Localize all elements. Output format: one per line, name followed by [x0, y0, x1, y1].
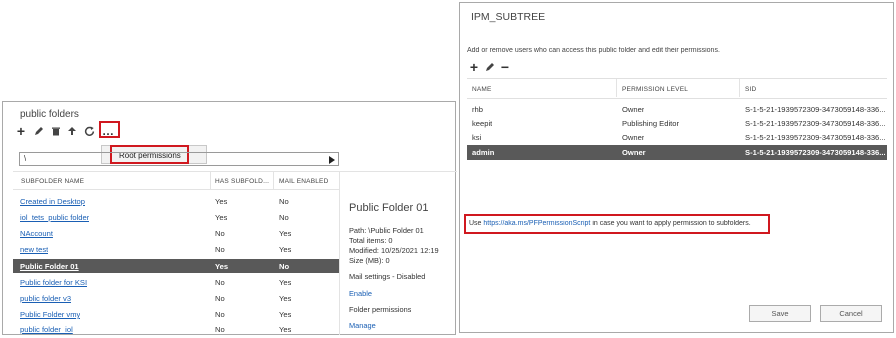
list-item-mail: No — [279, 262, 290, 271]
enable-link[interactable]: Enable — [349, 289, 372, 298]
note-prefix: Use — [469, 220, 484, 227]
detail-title: Public Folder 01 — [349, 202, 429, 214]
edit-permission-icon[interactable] — [484, 61, 496, 73]
detail-path: Path: \Public Folder 01 — [349, 226, 424, 235]
cancel-button[interactable]: Cancel — [820, 305, 882, 322]
detail-modified: Modified: 10/25/2021 12:19 — [349, 246, 439, 255]
remove-user-icon[interactable]: − — [499, 59, 511, 75]
col-sep — [739, 79, 740, 97]
list-item-has: No — [215, 245, 225, 254]
detail-folder-permissions: Folder permissions — [349, 305, 412, 314]
list-item-has: No — [215, 229, 225, 238]
perm-row-level: Publishing Editor — [622, 119, 679, 128]
manage-link[interactable]: Manage — [349, 321, 376, 330]
col-sid[interactable]: SID — [745, 86, 756, 93]
header-divider — [13, 189, 339, 190]
list-item-mail: No — [279, 213, 289, 222]
list-item-name[interactable]: NAccount — [20, 229, 53, 238]
perm-row-name[interactable]: rhb — [472, 105, 483, 114]
panel-title: public folders — [20, 109, 79, 120]
col-mail-enabled[interactable]: MAIL ENABLED — [279, 178, 328, 185]
list-item-mail: Yes — [279, 278, 292, 287]
detail-divider — [339, 172, 340, 335]
list-item-mail: Yes — [279, 245, 292, 254]
list-item-has: No — [215, 278, 225, 287]
perm-row-name[interactable]: admin — [472, 148, 494, 157]
perm-row-sid: S-1-5-21-1939572309-3473059148-336... — [745, 133, 885, 142]
path-field[interactable] — [19, 152, 339, 166]
list-item-has: Yes — [215, 262, 229, 271]
add-icon[interactable]: + — [15, 123, 27, 139]
col-has-subfolders[interactable]: HAS SUBFOLD... — [215, 178, 269, 185]
path-value: \ — [24, 154, 27, 163]
perm-row-sid: S-1-5-21-1939572309-3473059148-336... — [745, 105, 885, 114]
list-item-mail: No — [279, 197, 289, 206]
perm-row-level: Owner — [622, 133, 645, 142]
note-suffix: in case you want to apply permission to … — [590, 220, 751, 227]
refresh-icon[interactable] — [83, 125, 95, 137]
col-sep — [273, 172, 274, 189]
more-highlight — [99, 121, 120, 138]
dialog-description: Add or remove users who can access this … — [467, 47, 720, 54]
col-sep — [210, 172, 211, 189]
list-item-name[interactable]: public folder_iol — [20, 325, 73, 334]
list-item-name[interactable]: iol_tets_public folder — [20, 213, 89, 222]
list-item-has: No — [215, 310, 225, 319]
perm-row-name[interactable]: ksi — [472, 133, 481, 142]
detail-mail-settings: Mail settings - Disabled — [349, 272, 426, 281]
list-item-name[interactable]: public folder v3 — [20, 294, 71, 303]
list-item-has: No — [215, 294, 225, 303]
detail-total-items: Total items: 0 — [349, 236, 393, 245]
perm-row-sid: S-1-5-21-1939572309-3473059148-336... — [745, 119, 885, 128]
perm-row-sid: S-1-5-21-1939572309-3473059148-336... — [745, 148, 885, 157]
list-item-has: Yes — [215, 197, 228, 206]
permission-script-note: Use https://aka.ms/PFPermissionScript in… — [469, 220, 751, 227]
perm-row-level: Owner — [622, 105, 645, 114]
dialog-title: IPM_SUBTREE — [471, 11, 546, 23]
add-user-icon[interactable]: + — [468, 59, 480, 75]
detail-size: Size (MB): 0 — [349, 256, 390, 265]
list-item-name[interactable]: Public Folder vmy — [20, 310, 80, 319]
list-item-name[interactable]: Public folder for KSI — [20, 278, 87, 287]
list-item-mail: Yes — [279, 325, 292, 334]
list-item-name[interactable]: Public Folder 01 — [20, 262, 79, 271]
perm-row-level: Owner — [622, 148, 646, 157]
col-name[interactable]: NAME — [472, 86, 492, 93]
col-permission-level[interactable]: PERMISSION LEVEL — [622, 86, 688, 93]
subfolder-list: Created in Desktop Yes No iol_tets_publi… — [13, 194, 339, 338]
permission-script-link[interactable]: https://aka.ms/PFPermissionScript — [483, 220, 590, 227]
list-item-mail: Yes — [279, 294, 292, 303]
list-item-name[interactable]: new test — [20, 245, 48, 254]
delete-icon[interactable] — [50, 125, 62, 137]
header-divider-top — [13, 171, 457, 172]
list-item-mail: Yes — [279, 310, 292, 319]
list-item-name[interactable]: Created in Desktop — [20, 197, 85, 206]
permissions-dialog: IPM_SUBTREE Add or remove users who can … — [459, 2, 894, 333]
public-folders-panel: public folders + … Root permissions \ SU… — [2, 101, 457, 338]
perm-row-name[interactable]: keepit — [472, 119, 492, 128]
list-item-has: No — [215, 325, 225, 334]
header-divider — [467, 98, 887, 99]
path-arrow-icon[interactable] — [329, 156, 335, 164]
col-sep — [616, 79, 617, 97]
save-button[interactable]: Save — [749, 305, 811, 322]
list-item-mail: Yes — [279, 229, 292, 238]
up-arrow-icon[interactable] — [66, 125, 78, 137]
col-subfolder-name[interactable]: SUBFOLDER NAME — [21, 178, 84, 185]
list-item-has: Yes — [215, 213, 228, 222]
edit-icon[interactable] — [33, 125, 45, 137]
